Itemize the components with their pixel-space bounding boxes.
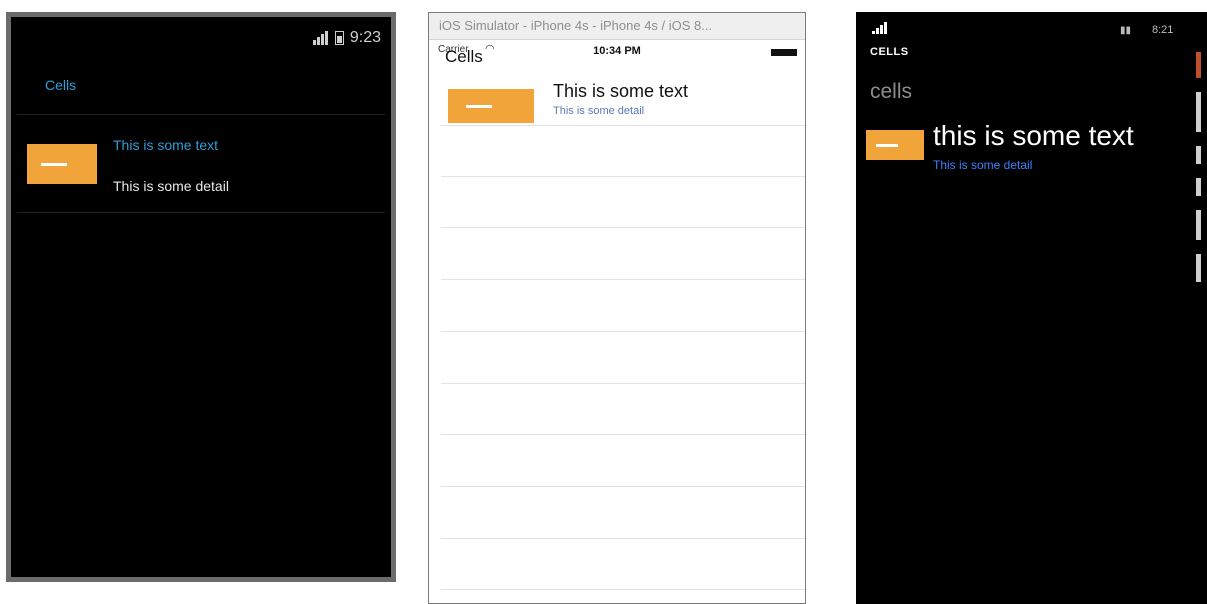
windows-phone-screen: ▮▮ 8:21 CELLS cells this is some text Th… xyxy=(856,12,1207,604)
row-separator xyxy=(441,227,805,228)
cell-image xyxy=(27,144,97,184)
android-status-bar: 9:23 xyxy=(312,29,381,47)
cell-detail[interactable]: This is some detail xyxy=(553,105,644,117)
android-screen: 9:23 Cells This is some text This is som… xyxy=(11,17,391,577)
page-title: Cells xyxy=(45,77,77,93)
side-performance-counters xyxy=(1196,52,1203,296)
row-separator xyxy=(441,538,805,539)
row-separator xyxy=(441,279,805,280)
row-separator xyxy=(441,434,805,435)
battery-icon xyxy=(334,31,344,45)
row-separator xyxy=(441,383,805,384)
cell-detail[interactable]: This is some detail xyxy=(933,158,1032,172)
status-time: 8:21 xyxy=(1152,24,1174,36)
battery-icon xyxy=(771,49,797,56)
row-separator xyxy=(441,331,805,332)
status-time: 9:23 xyxy=(349,29,381,46)
divider xyxy=(17,114,385,115)
row-separator xyxy=(441,176,805,177)
row-separator xyxy=(441,486,805,487)
signal-icon xyxy=(312,31,329,45)
cell-text[interactable]: This is some text xyxy=(113,137,218,153)
ios-status-bar: Carrier ◠ 10:34 PM xyxy=(429,40,805,64)
network-icon: ▮▮ xyxy=(1120,25,1132,36)
cell-image xyxy=(866,130,924,160)
row-separator xyxy=(441,589,805,590)
divider xyxy=(17,212,385,213)
android-device-frame: 9:23 Cells This is some text This is som… xyxy=(6,12,396,582)
page-title: cells xyxy=(870,80,913,103)
cell-image xyxy=(448,89,534,123)
row-separator xyxy=(441,125,805,126)
cell-detail[interactable]: This is some detail xyxy=(113,178,229,194)
window-title-bar[interactable]: iOS Simulator - iPhone 4s - iPhone 4s / … xyxy=(429,13,805,40)
cell-text[interactable]: this is some text xyxy=(933,120,1134,152)
status-time: 10:34 PM xyxy=(593,45,641,57)
cell-text[interactable]: This is some text xyxy=(553,81,688,102)
app-title: CELLS xyxy=(870,46,909,58)
signal-icon xyxy=(872,22,888,34)
ios-simulator-window: iOS Simulator - iPhone 4s - iPhone 4s / … xyxy=(428,12,806,604)
nav-title: Cells xyxy=(445,47,483,66)
